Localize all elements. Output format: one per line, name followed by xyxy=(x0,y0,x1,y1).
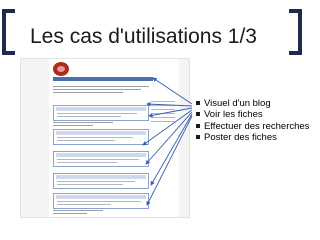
use-case-item: Visuel d'un blog xyxy=(196,98,309,109)
arrow-line xyxy=(146,101,193,107)
square-bullet-icon xyxy=(196,123,200,128)
use-case-label: Voir les fiches xyxy=(204,109,263,121)
square-bullet-icon xyxy=(196,101,200,105)
use-case-item: Effectuer des recherches xyxy=(196,121,309,132)
use-case-list: Visuel d'un blog Voir les fiches Effectu… xyxy=(196,98,309,143)
square-bullet-icon xyxy=(196,134,200,139)
use-case-label: Effectuer des recherches xyxy=(204,120,310,132)
square-bullet-icon xyxy=(196,112,200,117)
use-case-label: Poster des fiches xyxy=(204,131,277,143)
use-case-label: Visuel d'un blog xyxy=(204,98,271,109)
use-case-item: Voir les fiches xyxy=(196,109,309,120)
arrow-line xyxy=(146,115,193,206)
arrow-line xyxy=(152,77,193,105)
use-case-item: Poster des fiches xyxy=(196,132,309,143)
